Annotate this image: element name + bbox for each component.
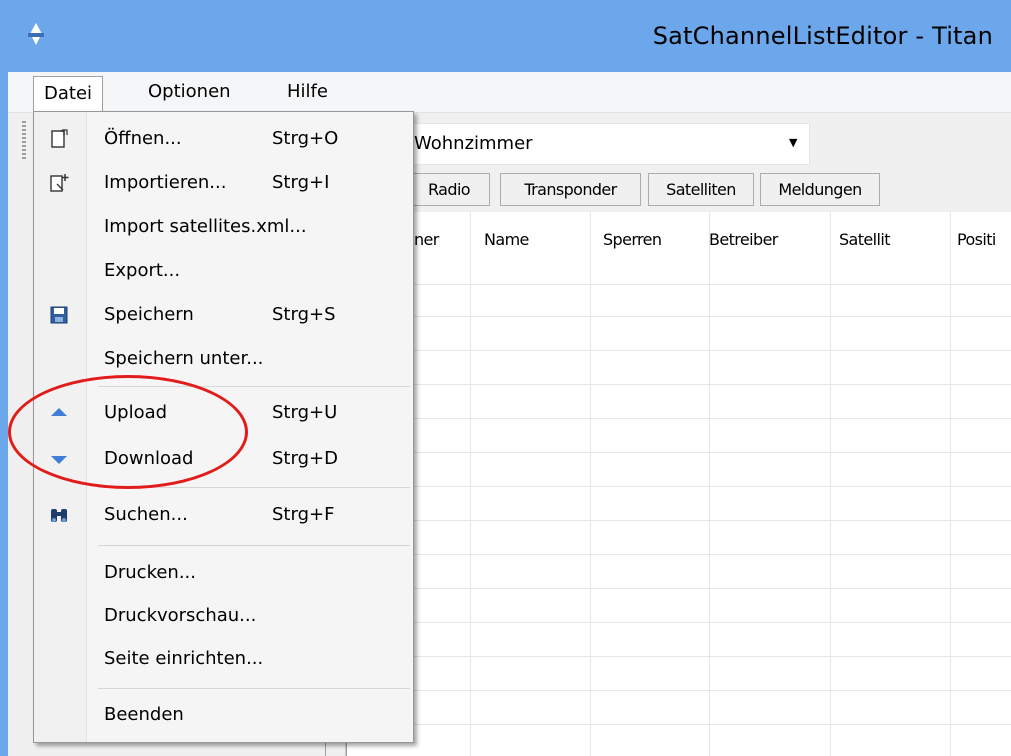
menu-optionen[interactable]: Optionen [138, 78, 241, 106]
menu-item-shortcut: Strg+D [272, 448, 338, 469]
channel-grid[interactable]: ner Name Sperren Betreiber Satellit Posi… [345, 212, 1011, 756]
menu-item-speichern[interactable]: Speichern Strg+S [34, 296, 413, 336]
menu-item-label: Import satellites.xml... [104, 216, 307, 237]
grid-row-divider [346, 656, 1011, 657]
binoculars-icon [51, 509, 67, 522]
grid-row-divider [346, 384, 1011, 385]
satellite-app-icon[interactable] [22, 20, 50, 48]
menu-item-oeffnen[interactable]: Öffnen... Strg+O [34, 120, 413, 160]
grid-column-divider [709, 212, 710, 756]
save-icon [50, 306, 68, 324]
import-icon [50, 174, 69, 192]
grid-column-divider [590, 212, 591, 756]
grid-column-divider [950, 212, 951, 756]
menu-bar: Datei Optionen Hilfe [8, 72, 1011, 113]
menu-item-label: Suchen... [104, 504, 188, 525]
menu-item-label: Öffnen... [104, 128, 182, 149]
profile-combobox-value: Wohnzimmer [414, 133, 533, 154]
grid-row-divider [346, 452, 1011, 453]
column-header-position[interactable]: Positi [957, 230, 996, 249]
grid-row-divider [346, 418, 1011, 419]
tab-satelliten[interactable]: Satelliten [648, 173, 754, 206]
menu-item-importieren[interactable]: Importieren... Strg+I [34, 164, 413, 204]
window-frame-left [0, 72, 8, 756]
menu-separator [98, 545, 410, 546]
grid-row-divider [346, 316, 1011, 317]
file-menu-dropdown: Öffnen... Strg+O Importieren... Strg+I I… [33, 111, 414, 743]
menu-datei[interactable]: Datei [33, 76, 104, 111]
menu-item-label: Importieren... [104, 172, 227, 193]
grid-column-divider [470, 212, 471, 756]
menu-hilfe[interactable]: Hilfe [277, 78, 338, 106]
menu-separator [98, 386, 410, 387]
column-header-name[interactable]: Name [484, 230, 529, 249]
menu-item-seite-einrichten[interactable]: Seite einrichten... [34, 640, 413, 680]
grid-row-divider [346, 724, 1011, 725]
menu-separator [98, 688, 410, 689]
menu-item-label: Export... [104, 260, 181, 281]
title-bar[interactable]: SatChannelListEditor - Titan [0, 0, 1011, 72]
menu-item-import-satellites[interactable]: Import satellites.xml... [34, 208, 413, 248]
menu-item-druckvorschau[interactable]: Druckvorschau... [34, 597, 413, 637]
chevron-down-icon[interactable]: ▼ [789, 136, 797, 149]
menu-item-label: Download [104, 448, 194, 469]
window-title: SatChannelListEditor - Titan [652, 22, 993, 50]
tab-transponder[interactable]: Transponder [500, 173, 641, 206]
menu-item-label: Upload [104, 402, 168, 423]
column-header-betreiber[interactable]: Betreiber [709, 230, 778, 249]
tab-radio[interactable]: Radio [408, 173, 490, 206]
download-arrow-icon [51, 456, 67, 464]
menu-item-beenden[interactable]: Beenden [34, 696, 413, 736]
menu-item-drucken[interactable]: Drucken... [34, 554, 413, 594]
menu-item-shortcut: Strg+I [272, 172, 330, 193]
menu-item-label: Druckvorschau... [104, 605, 257, 626]
tab-meldungen[interactable]: Meldungen [760, 173, 880, 206]
grid-row-divider [346, 690, 1011, 691]
menu-item-shortcut: Strg+S [272, 304, 336, 325]
menu-item-shortcut: Strg+U [272, 402, 338, 423]
grid-row-divider [346, 350, 1011, 351]
menu-item-label: Beenden [104, 704, 184, 725]
grid-row-divider [346, 554, 1011, 555]
app-window: SatChannelListEditor - Titan Datei Optio… [0, 0, 1011, 756]
grid-row-divider [346, 622, 1011, 623]
grid-column-divider [830, 212, 831, 756]
menu-item-label: Drucken... [104, 562, 196, 583]
profile-combobox[interactable]: Wohnzimmer ▼ [408, 123, 810, 165]
column-header-satellit[interactable]: Satellit [839, 230, 890, 249]
open-file-icon [51, 129, 68, 148]
menu-item-label: Seite einrichten... [104, 648, 264, 669]
menu-separator [98, 487, 410, 488]
grid-row-divider [346, 520, 1011, 521]
toolbar-grip[interactable] [22, 121, 26, 161]
grid-header: ner Name Sperren Betreiber Satellit Posi… [346, 212, 1011, 285]
menu-item-shortcut: Strg+F [272, 504, 335, 525]
menu-item-speichern-unter[interactable]: Speichern unter... [34, 340, 413, 380]
grid-row-divider [346, 588, 1011, 589]
menu-item-suchen[interactable]: Suchen... Strg+F [34, 496, 413, 536]
grid-row-divider [346, 486, 1011, 487]
column-header-number[interactable]: ner [414, 230, 439, 249]
menu-item-shortcut: Strg+O [272, 128, 339, 149]
upload-arrow-icon [51, 408, 67, 416]
menu-item-label: Speichern [104, 304, 194, 325]
menu-item-label: Speichern unter... [104, 348, 264, 369]
column-header-sperren[interactable]: Sperren [603, 230, 662, 249]
menu-item-export[interactable]: Export... [34, 252, 413, 292]
menu-item-upload[interactable]: Upload Strg+U [34, 394, 413, 434]
menu-item-download[interactable]: Download Strg+D [34, 440, 413, 480]
